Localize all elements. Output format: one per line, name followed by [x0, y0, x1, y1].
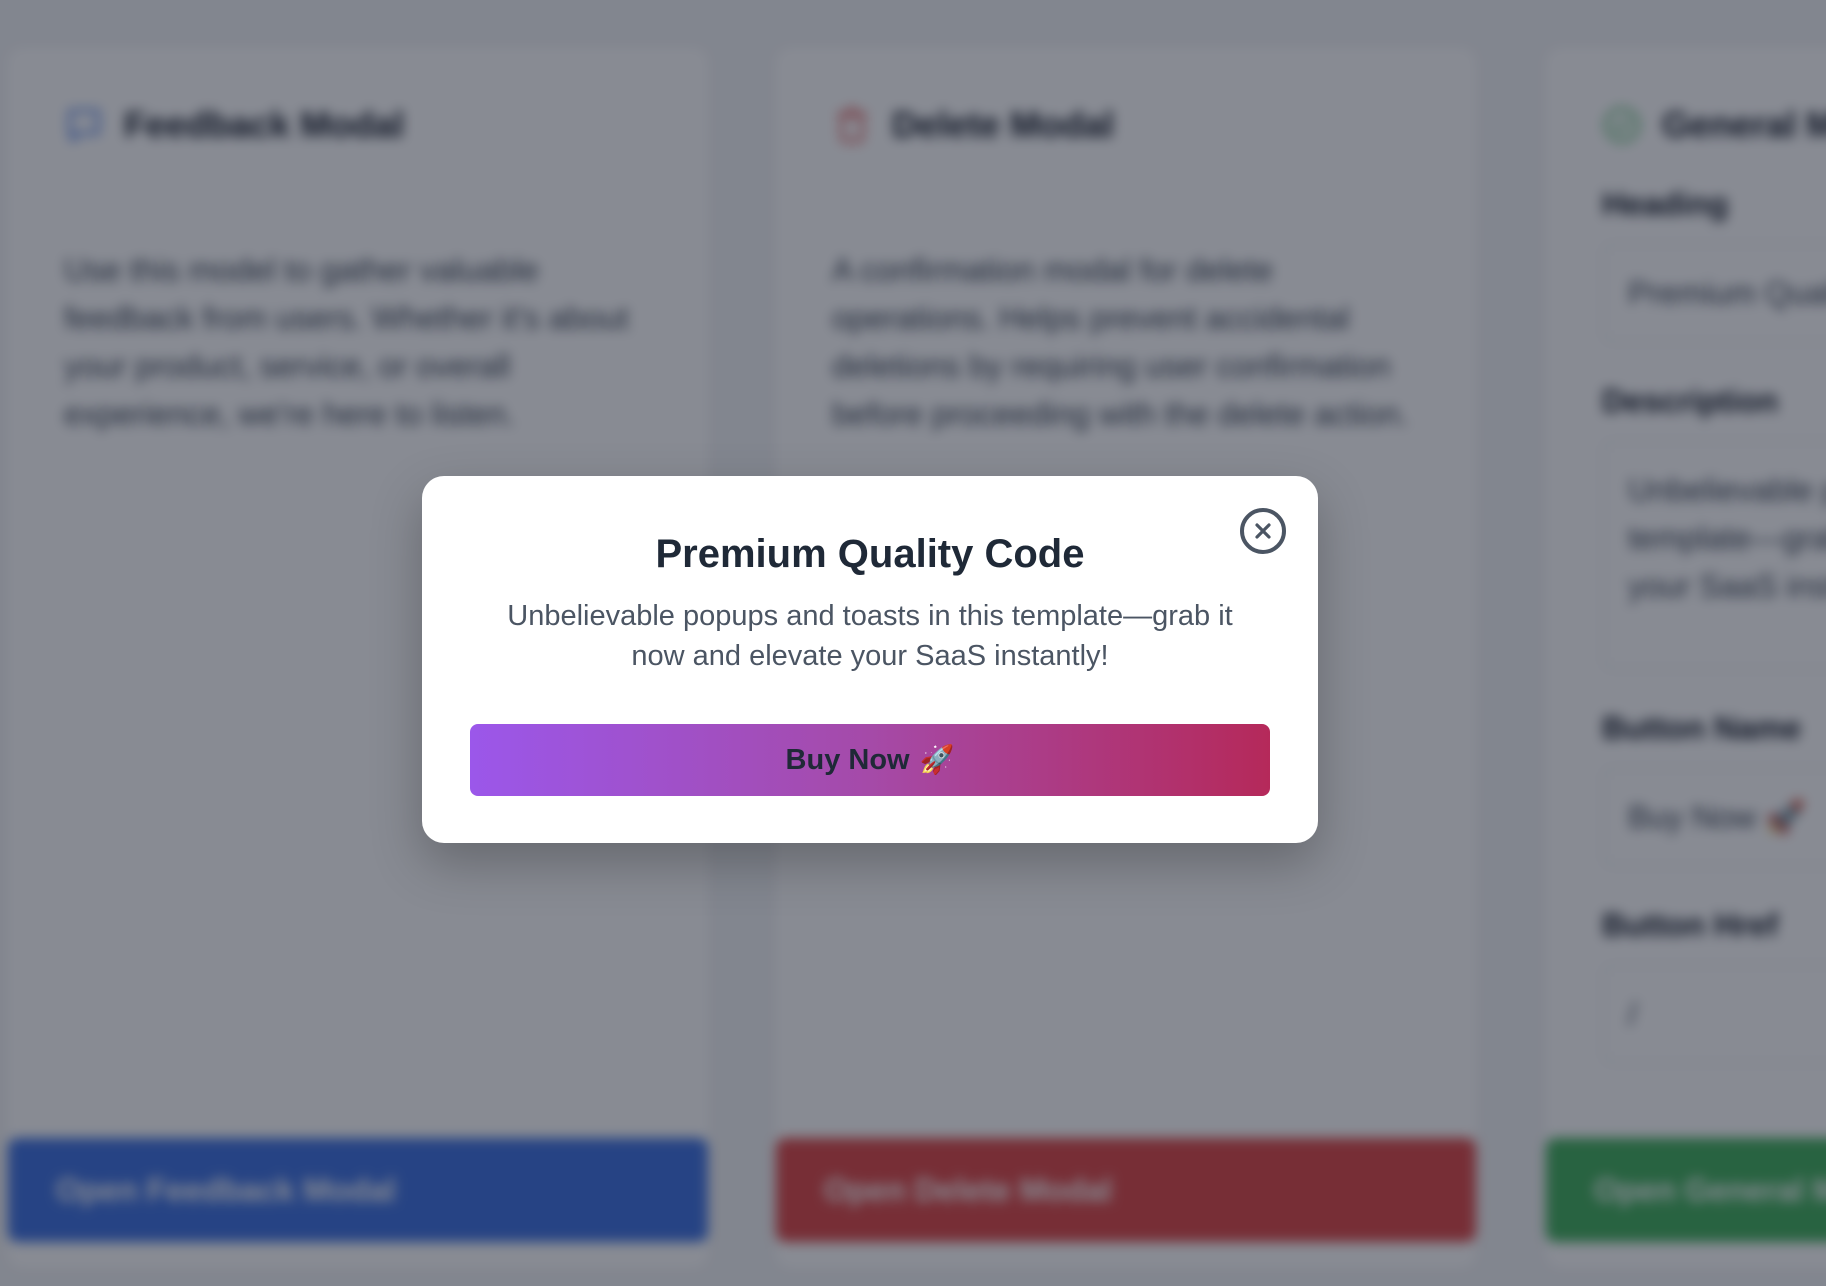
close-icon	[1253, 521, 1273, 541]
modal-title: Premium Quality Code	[655, 532, 1085, 576]
page: Feedback Modal Use this model to gather …	[0, 0, 1826, 1286]
buy-now-label: Buy Now	[785, 743, 910, 776]
modal-description: Unbelievable popups and toasts in this t…	[507, 600, 1233, 672]
rocket-icon: 🚀	[919, 744, 955, 775]
premium-modal: Premium Quality Code Unbelievable popups…	[422, 476, 1318, 843]
close-button[interactable]	[1240, 508, 1286, 554]
buy-now-button[interactable]: Buy Now 🚀	[470, 724, 1270, 796]
